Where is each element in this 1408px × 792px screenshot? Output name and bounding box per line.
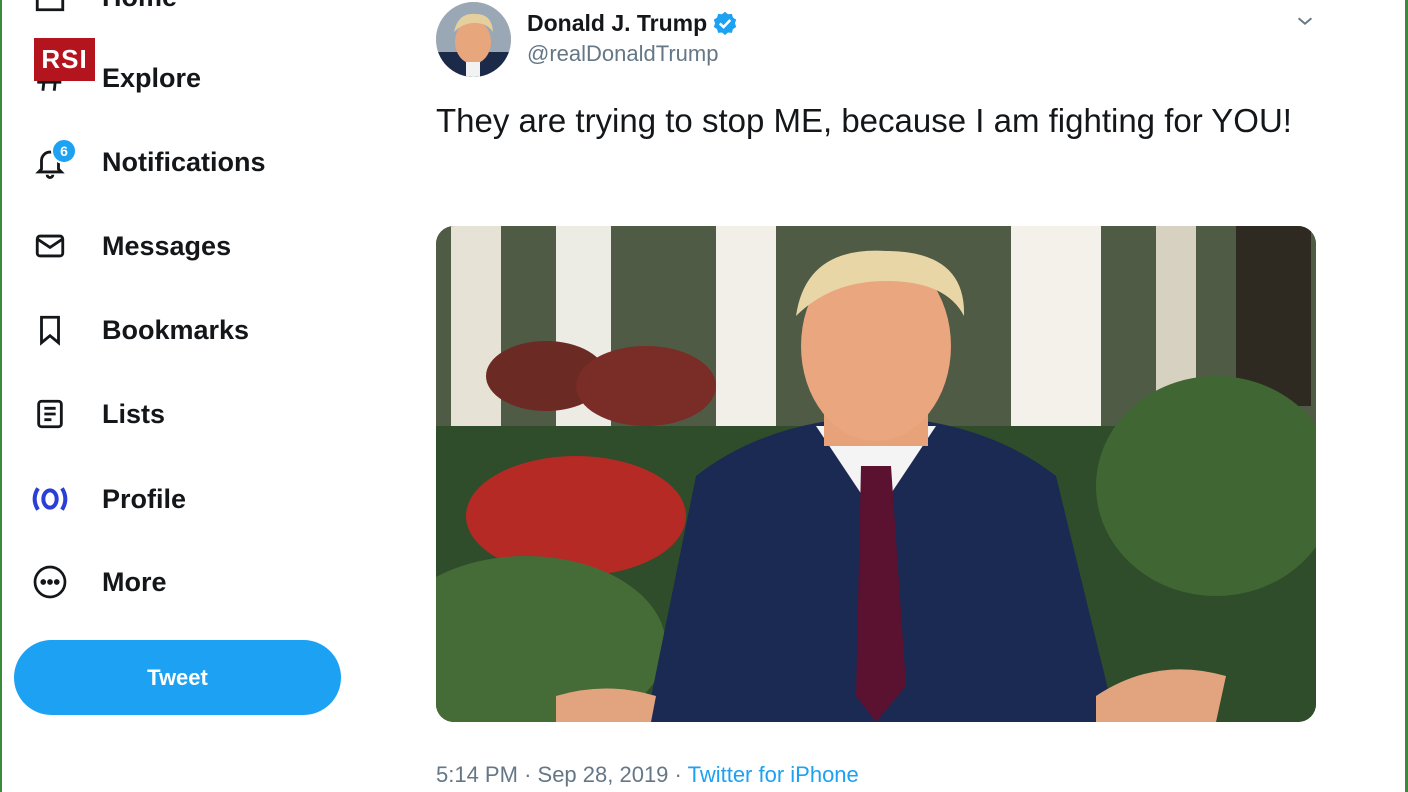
- rsi-channel-logo: RSI: [34, 38, 95, 81]
- tweet-video[interactable]: [436, 226, 1316, 722]
- sidebar-item-profile[interactable]: Profile: [30, 474, 186, 524]
- author-handle[interactable]: @realDonaldTrump: [527, 41, 718, 67]
- sidebar-item-label: Profile: [102, 483, 187, 514]
- tweet-time[interactable]: 5:14 PM: [436, 762, 518, 787]
- chevron-down-icon[interactable]: [1292, 10, 1318, 32]
- sidebar-item-home[interactable]: Home: [30, 0, 177, 22]
- home-icon: [30, 0, 70, 17]
- sidebar-item-notifications[interactable]: 6 Notifications: [30, 137, 266, 187]
- tweet-meta: 5:14 PM · Sep 28, 2019 · Twitter for iPh…: [436, 762, 859, 788]
- sidebar-item-lists[interactable]: Lists: [30, 389, 165, 439]
- sidebar-item-more[interactable]: More: [30, 557, 167, 607]
- tweet-button[interactable]: Tweet: [14, 640, 341, 715]
- sidebar-item-label: Notifications: [102, 146, 266, 177]
- author-display-name[interactable]: Donald J. Trump: [527, 10, 707, 37]
- profile-icon: [30, 479, 70, 519]
- meta-separator: ·: [524, 762, 532, 787]
- sidebar-item-label: Lists: [102, 398, 166, 429]
- sidebar-item-label: More: [102, 566, 167, 597]
- sidebar-item-messages[interactable]: Messages: [30, 221, 231, 271]
- tweet-text: They are trying to stop ME, because I am…: [436, 102, 1292, 139]
- video-frame-image: [436, 226, 1316, 722]
- tweet-date[interactable]: Sep 28, 2019: [538, 762, 669, 787]
- sidebar-item-bookmarks[interactable]: Bookmarks: [30, 305, 249, 355]
- more-icon: [30, 562, 70, 602]
- sidebar-item-label: Bookmarks: [102, 314, 250, 345]
- window-edge-left: [0, 0, 2, 792]
- sidebar-item-label: Messages: [102, 230, 232, 261]
- notification-count-badge: 6: [51, 138, 77, 164]
- avatar[interactable]: [436, 2, 511, 77]
- verified-badge-icon: [713, 11, 737, 35]
- tweet-source-link[interactable]: Twitter for iPhone: [688, 762, 859, 787]
- bookmark-icon: [30, 310, 70, 350]
- envelope-icon: [30, 226, 70, 266]
- list-icon: [30, 394, 70, 434]
- bell-icon: 6: [30, 138, 77, 182]
- sidebar-item-label: Home: [102, 0, 177, 13]
- sidebar-item-label: Explore: [102, 62, 202, 93]
- meta-separator: ·: [674, 762, 682, 787]
